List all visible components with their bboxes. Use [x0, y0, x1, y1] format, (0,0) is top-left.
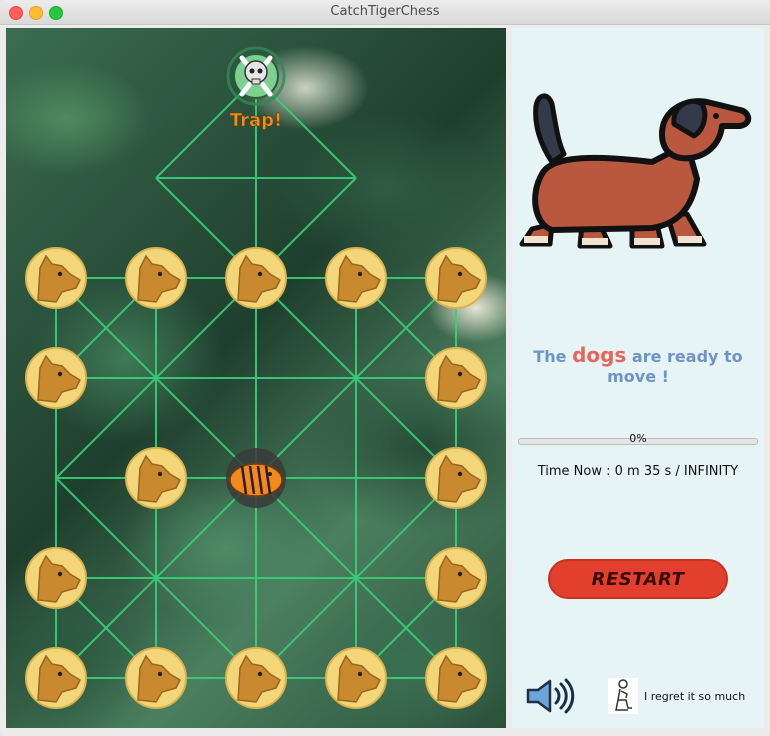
dog-piece[interactable] — [425, 247, 487, 309]
regret-button[interactable]: I regret it so much — [608, 678, 745, 714]
dog-piece[interactable] — [425, 647, 487, 709]
game-board[interactable]: Trap! — [6, 28, 506, 728]
time-readout: Time Now : 0 m 35 s / INFINITY — [537, 464, 739, 479]
dog-piece[interactable] — [25, 347, 87, 409]
dog-piece[interactable] — [225, 647, 287, 709]
turn-message: The dogs are ready to move ! — [512, 343, 764, 386]
dog-piece[interactable] — [125, 647, 187, 709]
side-panel: The dogs are ready to move ! 0% Time Now… — [512, 28, 764, 728]
dog-piece[interactable] — [25, 547, 87, 609]
dog-piece[interactable] — [425, 447, 487, 509]
turn-message-prefix: The — [533, 347, 567, 366]
turn-message-highlight: dogs — [572, 343, 627, 367]
dog-piece[interactable] — [225, 247, 287, 309]
pieces-layer — [25, 247, 487, 709]
turn-message-suffix: are ready to move ! — [607, 347, 743, 386]
dog-piece[interactable] — [125, 247, 187, 309]
dog-piece[interactable] — [125, 447, 187, 509]
speaker-icon[interactable] — [526, 678, 576, 714]
title-bar: CatchTigerChess — [0, 0, 770, 25]
dog-piece[interactable] — [25, 247, 87, 309]
dog-piece[interactable] — [25, 647, 87, 709]
window-title: CatchTigerChess — [330, 4, 440, 19]
dog-piece[interactable] — [425, 547, 487, 609]
regret-label: I regret it so much — [644, 689, 746, 703]
dog-icon — [519, 93, 752, 249]
restart-button[interactable]: RESTART — [548, 559, 728, 599]
dog-piece[interactable] — [425, 347, 487, 409]
dog-piece[interactable] — [325, 647, 387, 709]
dog-piece[interactable] — [325, 247, 387, 309]
app-window: CatchTigerChess Trap! The dogs are ready… — [0, 0, 770, 736]
tiger-piece[interactable] — [226, 448, 286, 508]
progress-label: 0% — [629, 432, 647, 445]
kneeling-person-icon — [608, 678, 638, 714]
